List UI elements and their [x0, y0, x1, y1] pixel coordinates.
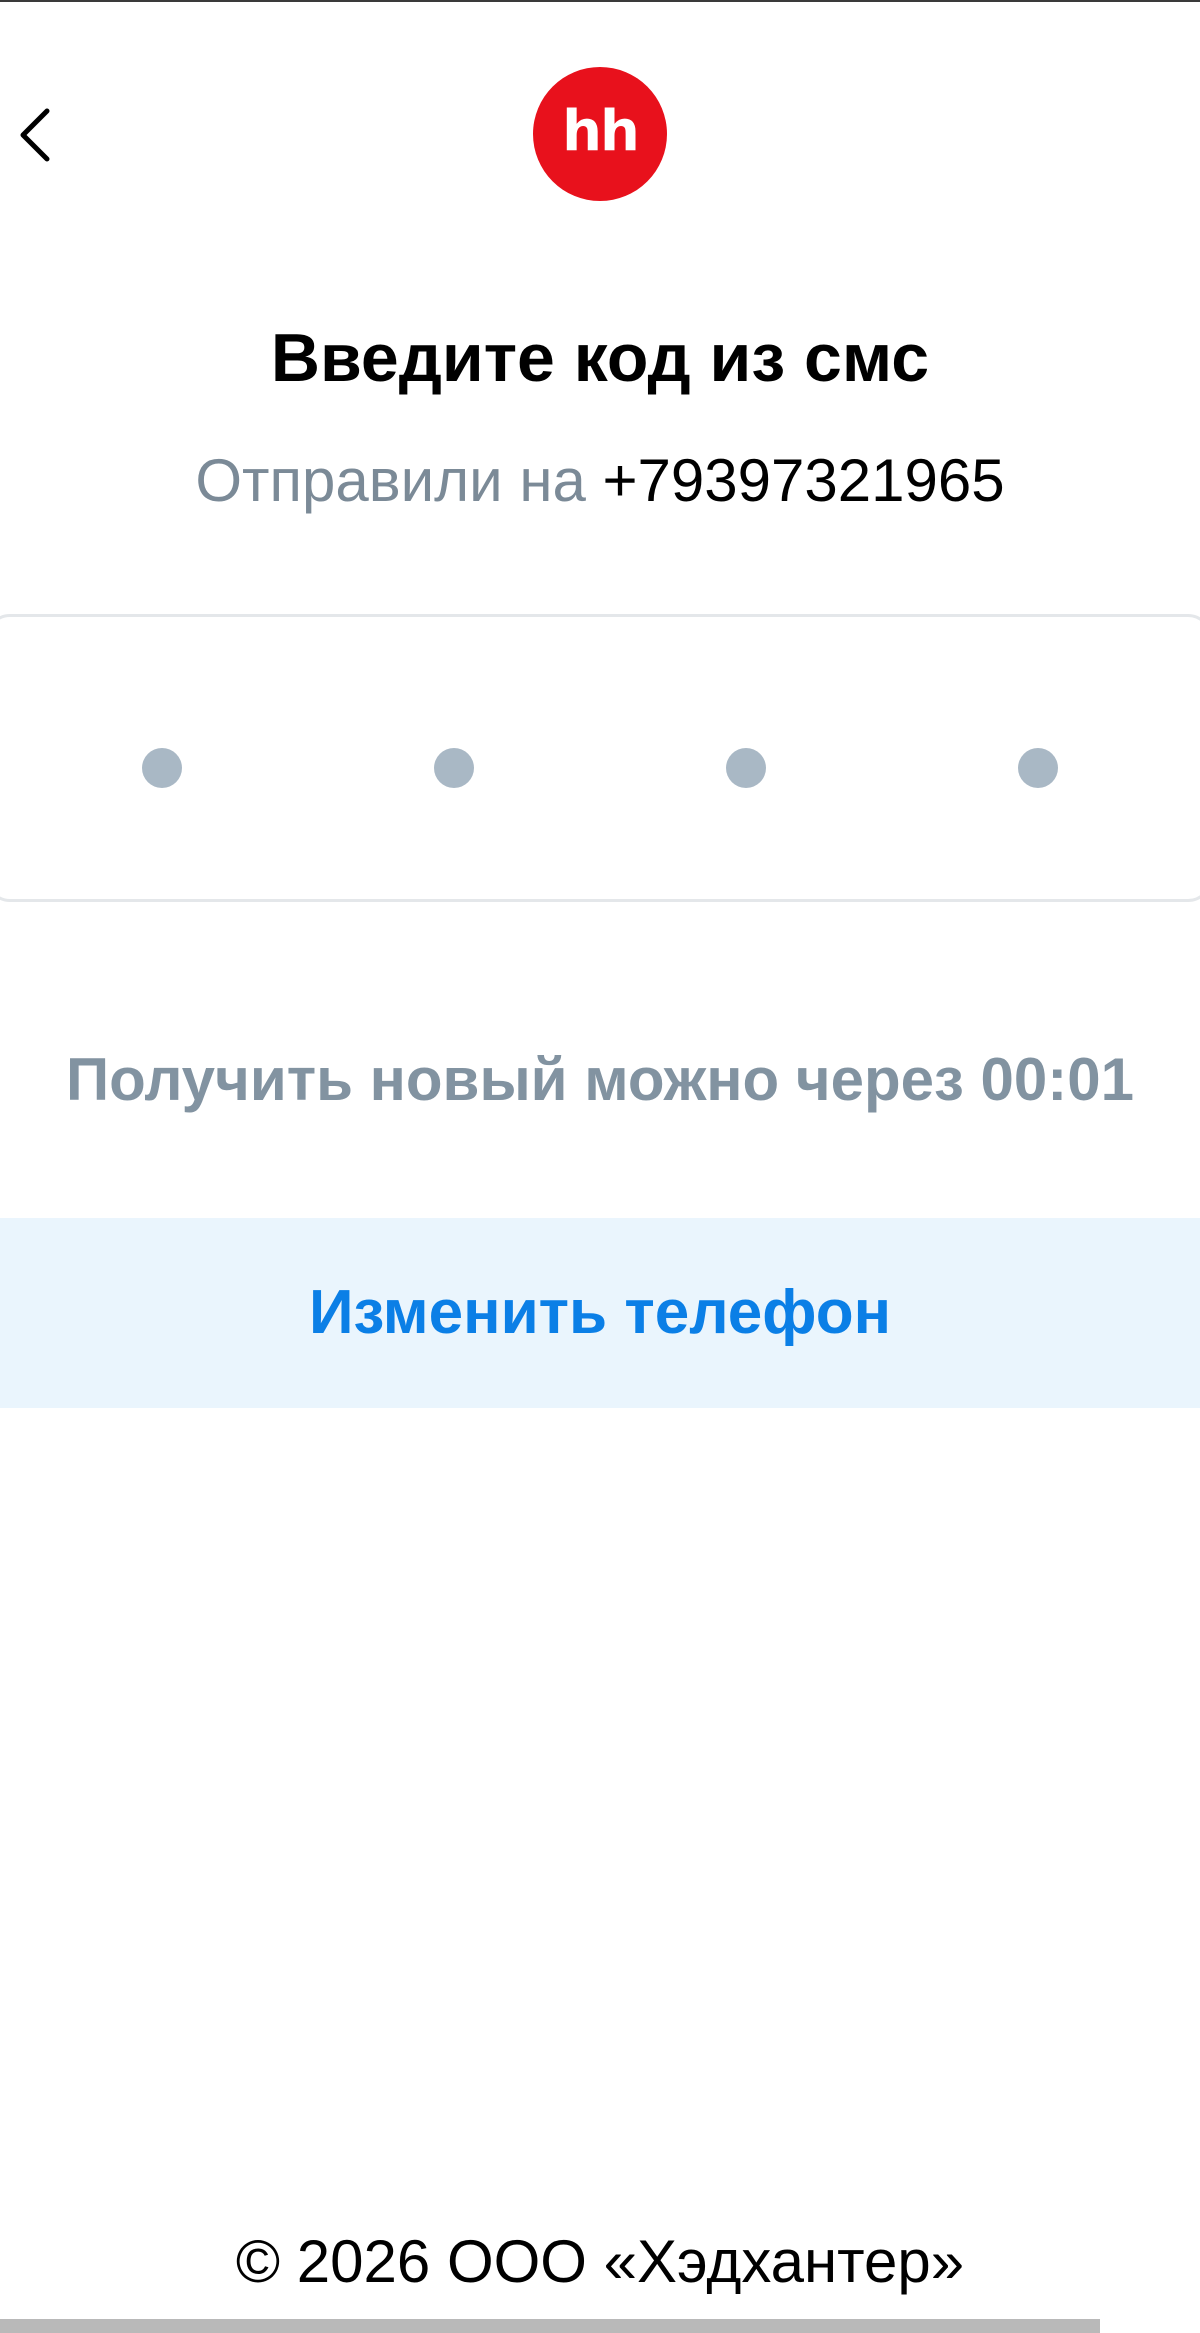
copyright-footer: © 2026 ООО «Хэдхантер»	[235, 2228, 965, 2295]
code-digit-placeholder	[434, 748, 474, 788]
logo-text: hh	[562, 99, 640, 164]
code-digit-placeholder	[1018, 748, 1058, 788]
back-button[interactable]	[0, 95, 70, 175]
resend-timer-text: Получить новый можно через 00:01	[66, 1046, 1134, 1113]
hh-logo: hh	[533, 67, 667, 201]
sent-to-line: Отправили на +79397321965	[0, 444, 1200, 518]
home-indicator	[0, 2319, 1100, 2333]
chevron-left-icon	[20, 108, 50, 162]
code-digit-placeholder	[142, 748, 182, 788]
change-phone-button[interactable]: Изменить телефон	[0, 1218, 1200, 1408]
top-border	[0, 0, 1200, 2]
page-title: Введите код из смс	[270, 320, 930, 396]
change-phone-label: Изменить телефон	[308, 1278, 892, 1347]
phone-number: +79397321965	[602, 447, 1005, 514]
sent-to-label: Отправили на	[195, 447, 603, 514]
code-digit-placeholder	[726, 748, 766, 788]
